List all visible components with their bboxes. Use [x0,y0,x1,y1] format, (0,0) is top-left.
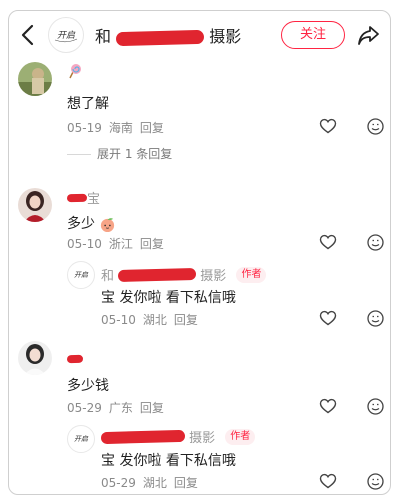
reply-date: 05-10 [101,313,136,327]
title-prefix: 和 [95,27,112,46]
reply-button[interactable]: 回复 [174,476,198,490]
heart-icon[interactable] [319,118,337,134]
reply-button[interactable]: 回复 [174,313,198,327]
comment-panel: 开启 和 摄影 关注 想了解 05-19 海南 回复 展开 1 条回复 宝 多少… [8,10,391,495]
smiley-icon[interactable] [367,234,384,251]
author-tag: 作者 [236,266,267,283]
comment-date: 05-19 [67,121,102,135]
title-suffix: 摄影 [209,27,242,46]
author-tag: 作者 [225,428,256,445]
comment-location: 海南 [108,121,133,135]
comment-meta: 05-19 海南 回复 [67,119,171,136]
comment-text: 想了解 [67,96,109,112]
reply-location: 湖北 [142,313,167,327]
comment-meta: 05-10 浙江 回复 [67,235,171,252]
expand-label: 展开 1 条回复 [97,147,173,161]
lollipop-emoji-icon [69,64,81,79]
reply-button[interactable]: 回复 [140,401,164,415]
comment-location: 广东 [108,401,133,415]
comment-text: 多少 [67,213,116,233]
reply-meta: 05-29 湖北 回复 [101,474,205,491]
heart-icon[interactable] [319,473,337,489]
commenter-name[interactable] [66,351,84,369]
redaction-mark [118,267,197,282]
commenter-name[interactable]: 宝 [66,188,101,207]
smiley-icon[interactable] [367,398,384,415]
comment-item: 宝 多少 05-10 浙江 回复 开启 和 摄影 作者 宝 发你啦 看下私信哦 … [9,179,390,349]
author-name[interactable]: 摄影 作者 [100,427,256,446]
follow-button[interactable]: 关注 [281,21,345,49]
commenter-avatar[interactable] [18,341,52,375]
reply-location: 湖北 [142,476,167,490]
expand-replies-button[interactable]: 展开 1 条回复 [67,145,172,162]
comment-text-content: 多少 [67,216,95,232]
commenter-avatar[interactable] [18,62,52,96]
author-name-suffix: 摄影 [200,269,227,284]
author-name[interactable]: 和 摄影 作者 [101,265,267,284]
reply-date: 05-29 [101,476,136,490]
author-avatar[interactable]: 开启 [67,261,95,289]
heart-icon[interactable] [319,398,337,414]
author-name-suffix: 摄影 [189,431,216,446]
reply-meta: 05-10 湖北 回复 [101,311,205,328]
comment-meta: 05-29 广东 回复 [67,399,171,416]
smiley-icon[interactable] [367,118,384,135]
comment-location: 浙江 [108,237,133,251]
redaction-mark [66,193,88,202]
reply-text: 宝 发你啦 看下私信哦 [101,290,236,306]
logo-text: 开启 [74,271,89,279]
heart-icon[interactable] [319,310,337,326]
comment-item: 想了解 05-19 海南 回复 展开 1 条回复 [9,61,390,171]
comment-date: 05-29 [67,401,102,415]
share-arrow-icon[interactable] [357,24,381,46]
logo-text: 开启 [74,435,89,443]
expand-divider [67,154,91,155]
smiley-icon[interactable] [367,473,384,490]
comment-item: 多少钱 05-29 广东 回复 开启 摄影 作者 宝 发你啦 看下私信哦 05-29… [9,337,390,494]
comment-text: 多少钱 [67,378,109,394]
reply-button[interactable]: 回复 [140,121,164,135]
redaction-mark [115,29,205,46]
header-bar: 开启 和 摄影 关注 [9,11,390,59]
reply-button[interactable]: 回复 [140,237,164,251]
heart-icon[interactable] [319,234,337,250]
redaction-mark [66,354,84,363]
account-logo[interactable]: 开启 [48,17,84,53]
account-title[interactable]: 和 摄影 [95,23,241,47]
redaction-mark [100,429,186,444]
smiley-icon[interactable] [367,310,384,327]
reply-text: 宝 发你啦 看下私信哦 [101,453,236,469]
peach-emoji-icon [101,217,115,232]
author-avatar[interactable]: 开启 [67,425,95,453]
comment-date: 05-10 [67,237,102,251]
back-arrow-icon[interactable] [17,23,39,47]
commenter-avatar[interactable] [18,188,52,222]
commenter-name-suffix: 宝 [87,192,101,207]
logo-text: 开启 [57,30,76,41]
author-name-prefix: 和 [101,269,115,284]
